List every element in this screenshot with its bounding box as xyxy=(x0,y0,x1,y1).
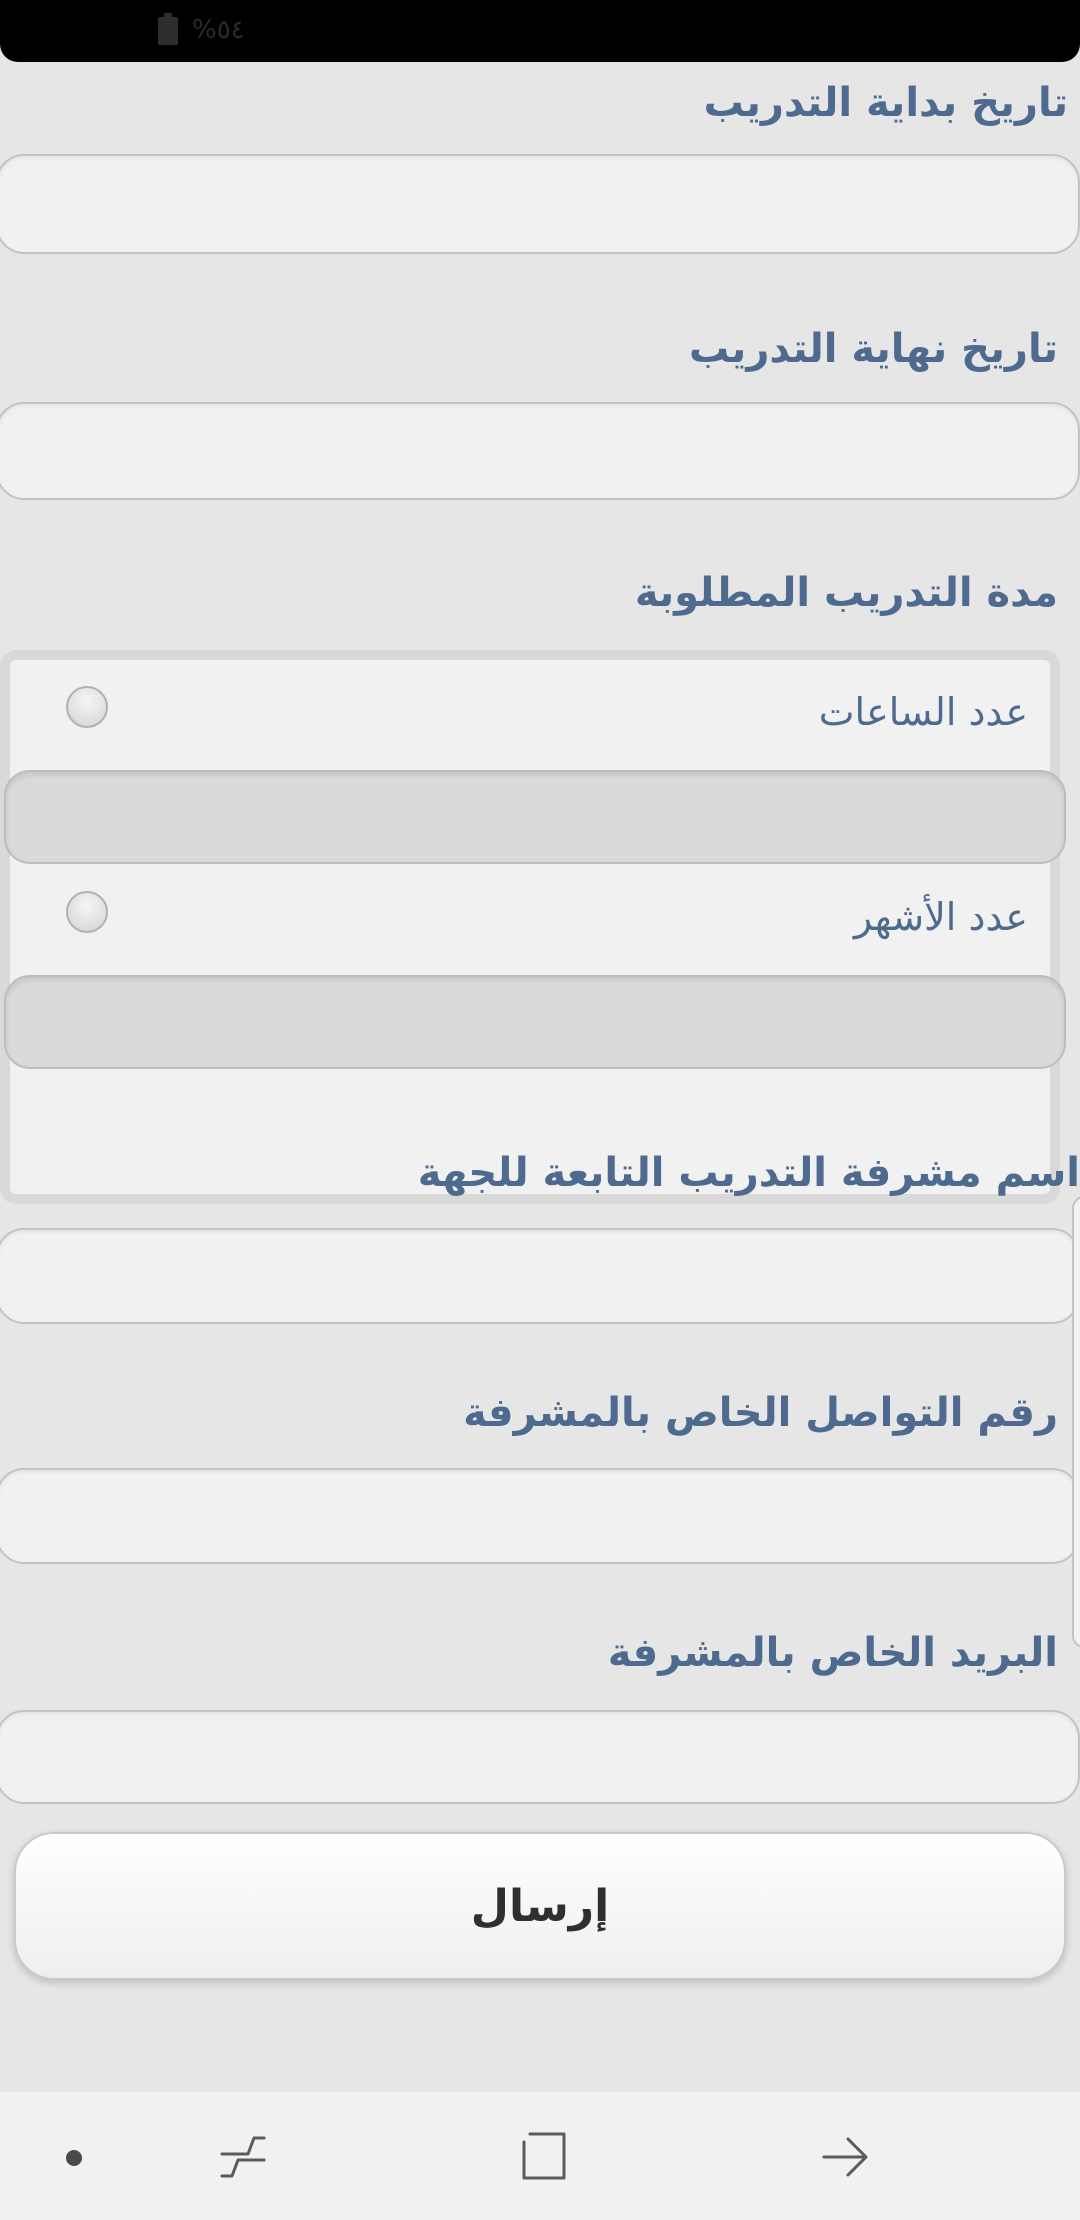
months-radio-button[interactable] xyxy=(66,891,108,933)
navigation-bar xyxy=(0,2092,1080,2220)
hours-radio-button[interactable] xyxy=(66,686,108,728)
hours-input[interactable] xyxy=(4,770,1066,864)
status-bar: %٥٤ xyxy=(0,0,1080,62)
end-date-label: تاريخ نهاية التدريب xyxy=(688,326,1058,372)
hours-option[interactable]: عدد الساعات xyxy=(10,660,1050,760)
supervisor-email-label: البريد الخاص بالمشرفة xyxy=(607,1630,1058,1676)
home-icon[interactable] xyxy=(518,2130,568,2182)
supervisor-phone-label: رقم التواصل الخاص بالمشرفة xyxy=(463,1390,1058,1436)
hours-option-label: عدد الساعات xyxy=(818,690,1028,734)
duration-options: عدد الساعات عدد الأشهر xyxy=(4,660,1066,1194)
months-option-label: عدد الأشهر xyxy=(853,895,1028,939)
duration-label: مدة التدريب المطلوبة xyxy=(634,570,1058,616)
training-form: تاريخ بداية التدريب تاريخ نهاية التدريب … xyxy=(0,62,1080,2092)
recent-apps-icon[interactable] xyxy=(218,2132,268,2182)
start-date-input[interactable] xyxy=(0,154,1080,254)
supervisor-email-input[interactable] xyxy=(0,1710,1080,1804)
back-icon[interactable] xyxy=(820,2134,870,2180)
months-option[interactable]: عدد الأشهر xyxy=(10,865,1050,965)
dot-icon[interactable] xyxy=(62,2146,86,2170)
battery-icon xyxy=(158,13,178,45)
battery-percentage: %٥٤ xyxy=(192,15,245,45)
supervisor-phone-input[interactable] xyxy=(0,1468,1080,1564)
submit-button[interactable]: إرسال xyxy=(14,1832,1066,1980)
end-date-input[interactable] xyxy=(0,402,1080,500)
duration-group: عدد الساعات عدد الأشهر xyxy=(0,650,1066,1204)
supervisor-name-label: اسم مشرفة التدريب التابعة للجهة xyxy=(417,1150,1080,1196)
scroll-handle[interactable] xyxy=(1072,1196,1080,1648)
months-input[interactable] xyxy=(4,975,1066,1069)
start-date-label: تاريخ بداية التدريب xyxy=(703,80,1068,126)
supervisor-name-input[interactable] xyxy=(0,1228,1080,1324)
